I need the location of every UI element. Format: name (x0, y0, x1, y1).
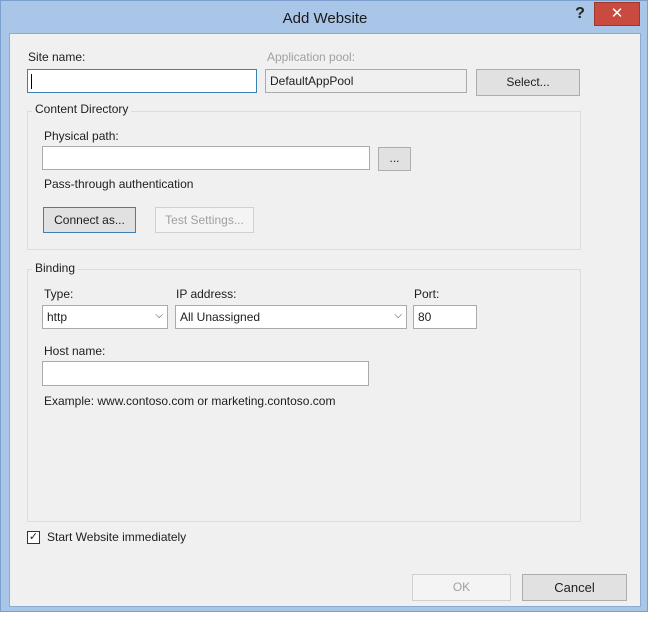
binding-type-select[interactable]: http ⌵ (42, 305, 168, 329)
binding-title: Binding (32, 261, 79, 275)
ok-button[interactable]: OK (412, 574, 511, 601)
physical-path-label: Physical path: (44, 129, 119, 143)
title-bar[interactable]: Add Website ? ✕ (1, 1, 649, 33)
application-pool-field: DefaultAppPool (265, 69, 467, 93)
select-application-pool-button[interactable]: Select... (476, 69, 580, 96)
host-name-example-text: Example: www.contoso.com or marketing.co… (44, 394, 336, 408)
site-name-input[interactable] (27, 69, 257, 93)
chevron-down-icon: ⌵ (155, 310, 163, 321)
host-name-label: Host name: (44, 344, 106, 358)
chevron-down-icon: ⌵ (394, 310, 402, 321)
port-label: Port: (414, 287, 440, 301)
help-button[interactable]: ? (569, 5, 591, 25)
physical-path-input[interactable] (42, 146, 370, 170)
type-label: Type: (44, 287, 74, 301)
dialog-window: Add Website ? ✕ Site name: Application p… (0, 0, 648, 612)
port-input[interactable]: 80 (413, 305, 477, 329)
connect-as-button[interactable]: Connect as... (43, 207, 136, 233)
checkmark-icon: ✓ (28, 531, 39, 543)
cancel-button[interactable]: Cancel (522, 574, 627, 601)
dialog-title: Add Website (282, 10, 368, 27)
ip-address-select[interactable]: All Unassigned ⌵ (175, 305, 407, 329)
close-button[interactable]: ✕ (594, 2, 640, 26)
ip-address-label: IP address: (176, 287, 237, 301)
browse-path-button[interactable]: ... (378, 147, 411, 171)
application-pool-label: Application pool: (267, 50, 356, 64)
close-icon: ✕ (610, 5, 624, 22)
pass-through-authentication-text: Pass-through authentication (44, 177, 194, 191)
start-website-label[interactable]: Start Website immediately (47, 530, 186, 544)
text-caret (31, 74, 32, 89)
site-name-label: Site name: (28, 50, 86, 64)
start-website-checkbox[interactable]: ✓ (27, 531, 40, 544)
dialog-body: Site name: Application pool: DefaultAppP… (9, 33, 641, 607)
content-directory-title: Content Directory (32, 102, 132, 116)
test-settings-button[interactable]: Test Settings... (155, 207, 254, 233)
host-name-input[interactable] (42, 361, 369, 386)
